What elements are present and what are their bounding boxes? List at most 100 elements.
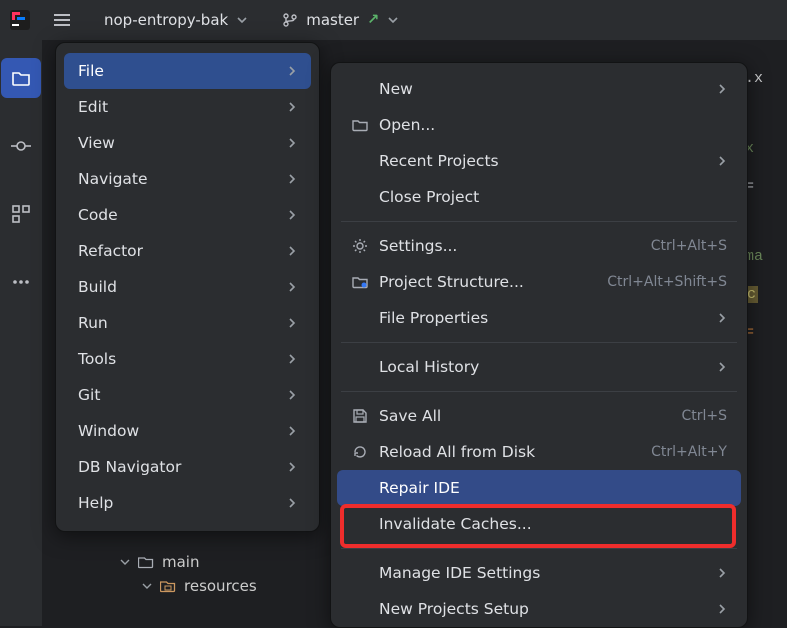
menu-label: Repair IDE (379, 479, 727, 497)
chevron-right-icon (287, 390, 297, 400)
main-menu-item-run[interactable]: Run (64, 305, 311, 341)
menu-label: Project Structure... (379, 273, 607, 291)
file-submenu-popup: New Open... Recent Projects Close Project Se… (330, 62, 748, 628)
menu-label: New Projects Setup (379, 600, 717, 618)
main-menu-item-view[interactable]: View (64, 125, 311, 161)
menu-label: Window (78, 422, 287, 440)
structure-tool-button[interactable] (1, 194, 41, 234)
menu-separator (341, 548, 737, 549)
main-menu-item-refactor[interactable]: Refactor (64, 233, 311, 269)
file-menu-item-new[interactable]: New (337, 71, 741, 107)
main-menu-item-file[interactable]: File (64, 53, 311, 89)
folder-icon (138, 554, 154, 570)
menu-label: Reload All from Disk (379, 443, 651, 461)
save-icon (351, 407, 379, 425)
menu-label: Open... (379, 116, 727, 134)
tree-item-resources[interactable]: resources (120, 574, 257, 598)
chevron-right-icon (287, 282, 297, 292)
chevron-down-icon (387, 14, 399, 26)
branch-icon (282, 12, 298, 28)
menu-label: Save All (379, 407, 681, 425)
main-menu-item-navigate[interactable]: Navigate (64, 161, 311, 197)
folder-icon (351, 116, 379, 134)
main-menu-item-db-navigator[interactable]: DB Navigator (64, 449, 311, 485)
menu-label: Tools (78, 350, 287, 368)
main-menu-item-build[interactable]: Build (64, 269, 311, 305)
chevron-right-icon (717, 568, 727, 578)
chevron-right-icon (717, 84, 727, 94)
menu-label: File (78, 62, 287, 80)
file-menu-item-repair-ide[interactable]: Repair IDE (337, 470, 741, 506)
menu-separator (341, 391, 737, 392)
branch-name: master (306, 11, 359, 29)
menu-label: Build (78, 278, 287, 296)
menu-label: Git (78, 386, 287, 404)
file-menu-item-settings[interactable]: Settings...Ctrl+Alt+S (337, 228, 741, 264)
main-menu-item-tools[interactable]: Tools (64, 341, 311, 377)
menu-label: Local History (379, 358, 717, 376)
chevron-right-icon (287, 426, 297, 436)
file-menu-item-new-projects-setup[interactable]: New Projects Setup (337, 591, 741, 627)
menu-label: Manage IDE Settings (379, 564, 717, 582)
tree-label: main (162, 553, 199, 571)
menu-label: Recent Projects (379, 152, 717, 170)
main-menu-popup: File Edit View Navigate Code Refactor Build Run… (55, 42, 320, 532)
chevron-right-icon (287, 210, 297, 220)
file-menu-item-file-properties[interactable]: File Properties (337, 300, 741, 336)
main-menu-item-git[interactable]: Git (64, 377, 311, 413)
chevron-right-icon (717, 313, 727, 323)
menu-separator (341, 221, 737, 222)
menu-separator (341, 342, 737, 343)
reload-icon (351, 443, 379, 461)
tree-item-main[interactable]: main (120, 550, 257, 574)
menu-label: Refactor (78, 242, 287, 260)
hamburger-menu-button[interactable] (42, 0, 82, 40)
chevron-right-icon (287, 66, 297, 76)
menu-label: DB Navigator (78, 458, 287, 476)
project-name: nop-entropy-bak (104, 11, 228, 29)
file-menu-item-open[interactable]: Open... (337, 107, 741, 143)
menu-label: Edit (78, 98, 287, 116)
main-menu-item-edit[interactable]: Edit (64, 89, 311, 125)
chevron-right-icon (717, 362, 727, 372)
tree-label: resources (184, 577, 257, 595)
file-menu-item-manage-ide-settings[interactable]: Manage IDE Settings (337, 555, 741, 591)
menu-label: Help (78, 494, 287, 512)
chevron-down-icon (120, 557, 130, 567)
intellij-icon (8, 8, 32, 32)
chevron-right-icon (287, 354, 297, 364)
menu-label: Invalidate Caches... (379, 515, 727, 533)
commit-tool-button[interactable] (1, 126, 41, 166)
chevron-down-icon (142, 581, 152, 591)
main-menu-item-window[interactable]: Window (64, 413, 311, 449)
file-menu-item-reload-all-from-disk[interactable]: Reload All from DiskCtrl+Alt+Y (337, 434, 741, 470)
project-tool-button[interactable] (1, 58, 41, 98)
menu-shortcut: Ctrl+S (681, 408, 727, 424)
chevron-right-icon (287, 318, 297, 328)
file-menu-item-save-all[interactable]: Save AllCtrl+S (337, 398, 741, 434)
gear-icon (351, 237, 379, 255)
menu-label: Close Project (379, 188, 727, 206)
file-menu-item-project-structure[interactable]: Project Structure...Ctrl+Alt+Shift+S (337, 264, 741, 300)
chevron-right-icon (287, 498, 297, 508)
struct-icon (351, 273, 379, 291)
branch-selector[interactable]: master ↗ (270, 0, 411, 40)
menu-shortcut: Ctrl+Alt+S (651, 238, 727, 254)
chevron-right-icon (287, 462, 297, 472)
file-menu-item-recent-projects[interactable]: Recent Projects (337, 143, 741, 179)
chevron-right-icon (287, 246, 297, 256)
menu-label: File Properties (379, 309, 717, 327)
project-selector[interactable]: nop-entropy-bak (92, 0, 260, 40)
chevron-right-icon (717, 604, 727, 614)
chevron-right-icon (287, 138, 297, 148)
file-menu-item-close-project[interactable]: Close Project (337, 179, 741, 215)
menu-label: Run (78, 314, 287, 332)
main-menu-item-code[interactable]: Code (64, 197, 311, 233)
menu-label: Navigate (78, 170, 287, 188)
file-menu-item-local-history[interactable]: Local History (337, 349, 741, 385)
chevron-right-icon (287, 174, 297, 184)
more-tool-button[interactable] (1, 262, 41, 302)
menu-label: Settings... (379, 237, 651, 255)
main-menu-item-help[interactable]: Help (64, 485, 311, 521)
file-menu-item-invalidate-caches[interactable]: Invalidate Caches... (337, 506, 741, 542)
